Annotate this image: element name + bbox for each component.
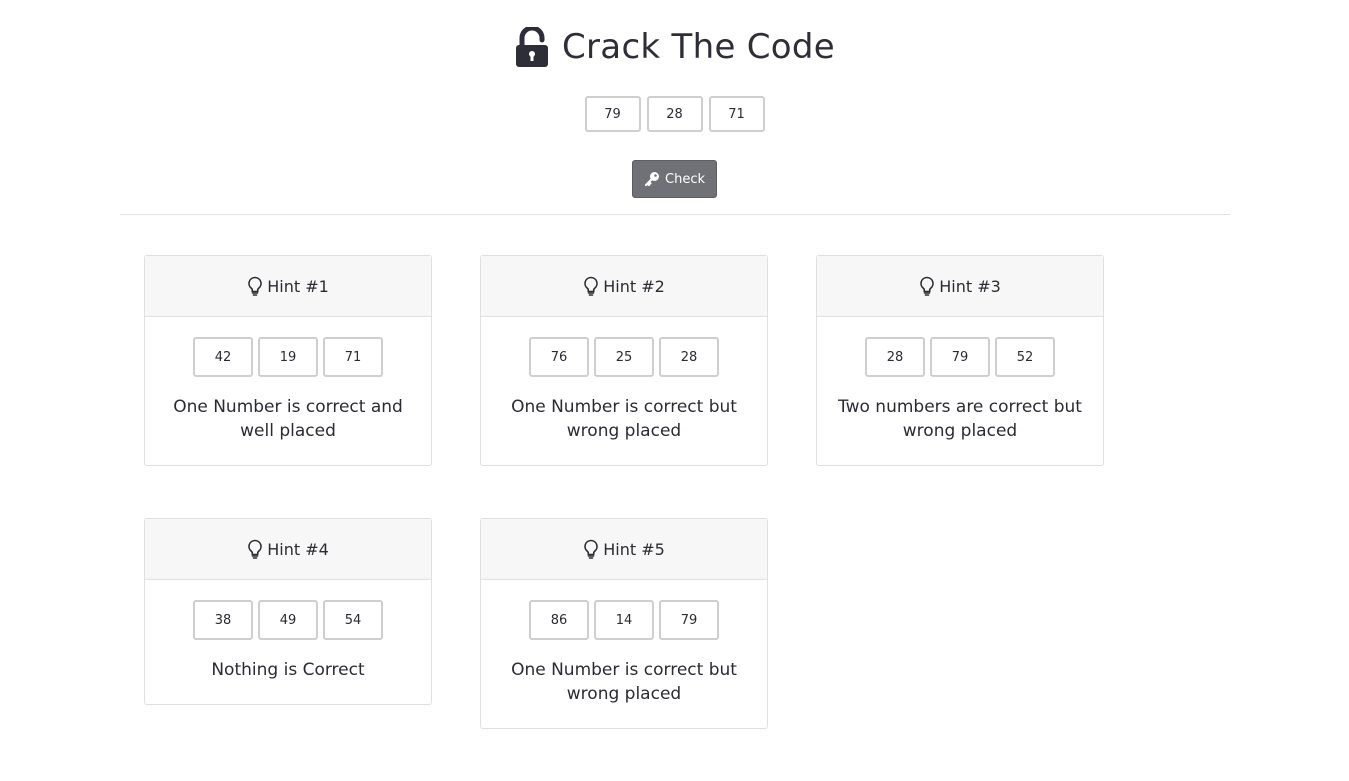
hint-number	[659, 600, 719, 640]
hint-card-5: Hint #5 One Number is correct but wrong …	[480, 518, 768, 729]
lightbulb-icon	[248, 276, 263, 296]
hint-card-2: Hint #2 One Number is correct but wrong …	[480, 255, 768, 466]
check-button[interactable]: Check	[632, 160, 717, 198]
hint-numbers	[817, 337, 1103, 377]
hint-number	[865, 337, 925, 377]
lightbulb-icon	[248, 539, 263, 559]
hint-card-header: Hint #1	[145, 256, 431, 317]
hint-card-4: Hint #4 Nothing is Correct	[144, 518, 432, 705]
hint-description: One Number is correct and well placed	[173, 397, 403, 441]
hint-number	[323, 600, 383, 640]
hint-card-body: Nothing is Correct	[145, 580, 431, 704]
lightbulb-icon	[584, 539, 599, 559]
page-title: Crack The Code	[0, 22, 1349, 72]
check-button-label: Check	[665, 171, 705, 187]
hint-description: Nothing is Correct	[211, 660, 365, 680]
divider	[120, 214, 1230, 215]
hint-title: Hint #5	[603, 539, 665, 559]
code-input-1[interactable]	[584, 96, 641, 132]
lightbulb-icon	[920, 276, 935, 296]
hint-title: Hint #3	[939, 276, 1001, 296]
hint-card-header: Hint #5	[481, 519, 767, 580]
hint-number	[193, 337, 253, 377]
page: Crack The Code Check Hint #1	[0, 0, 1349, 781]
code-input-2[interactable]	[646, 96, 703, 132]
hint-card-body: One Number is correct but wrong placed	[481, 580, 767, 728]
hint-number	[594, 600, 654, 640]
hint-number	[258, 600, 318, 640]
hint-number	[258, 337, 318, 377]
hint-number	[594, 337, 654, 377]
check-wrap: Check	[0, 160, 1349, 198]
hint-numbers	[145, 337, 431, 377]
hint-number	[659, 337, 719, 377]
hint-card-header: Hint #4	[145, 519, 431, 580]
code-input-3[interactable]	[708, 96, 765, 132]
hint-card-body: One Number is correct but wrong placed	[481, 317, 767, 465]
hint-numbers	[481, 600, 767, 640]
hint-numbers	[481, 337, 767, 377]
title-text: Crack The Code	[561, 27, 836, 67]
hint-title: Hint #2	[603, 276, 665, 296]
hint-title: Hint #1	[267, 276, 329, 296]
hint-card-1: Hint #1 One Number is correct and well p…	[144, 255, 432, 466]
code-inputs	[0, 96, 1349, 132]
hint-card-body: Two numbers are correct but wrong placed	[817, 317, 1103, 465]
lightbulb-icon	[584, 276, 599, 296]
hint-number	[529, 337, 589, 377]
hint-card-header: Hint #3	[817, 256, 1103, 317]
hint-card-3: Hint #3 Two numbers are correct but wron…	[816, 255, 1104, 466]
hint-description: One Number is correct but wrong placed	[511, 660, 737, 704]
hint-number	[529, 600, 589, 640]
hint-description: Two numbers are correct but wrong placed	[838, 397, 1082, 441]
key-icon	[644, 172, 659, 187]
hint-card-header: Hint #2	[481, 256, 767, 317]
hint-number	[930, 337, 990, 377]
hint-card-body: One Number is correct and well placed	[145, 317, 431, 465]
hint-description: One Number is correct but wrong placed	[511, 397, 737, 441]
hint-number	[193, 600, 253, 640]
hint-title: Hint #4	[267, 539, 329, 559]
hint-number	[995, 337, 1055, 377]
hint-numbers	[145, 600, 431, 640]
hint-number	[323, 337, 383, 377]
lock-open-icon	[515, 27, 548, 67]
